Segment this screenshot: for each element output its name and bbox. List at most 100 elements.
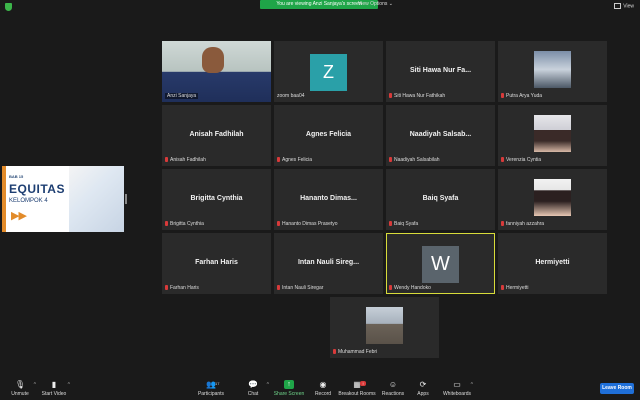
record-label: Record xyxy=(314,391,332,397)
chat-button[interactable]: 💬 ^ Chat xyxy=(233,380,273,397)
shield-icon[interactable] xyxy=(5,3,12,11)
muted-mic-icon xyxy=(389,157,392,162)
avatar: Z xyxy=(310,54,347,91)
participant-label: Siti Hawa Nur Fathikah xyxy=(389,93,445,99)
muted-mic-icon xyxy=(501,221,504,226)
muted-mic-icon xyxy=(165,157,168,162)
video-tile[interactable]: Z zoom baa04 xyxy=(274,41,383,102)
participant-label: Muhammad Febri xyxy=(333,349,377,355)
alert-badge: ! xyxy=(360,381,366,386)
whiteboards-label: Whiteboards xyxy=(442,391,472,397)
slide-subtitle: KELOMPOK 4 xyxy=(9,198,48,204)
participant-label: Agnes Felicia xyxy=(277,157,312,163)
muted-mic-icon xyxy=(277,285,280,290)
participant-photo xyxy=(534,179,571,216)
participant-name: zoom baa04 xyxy=(277,93,305,99)
participant-display-name: Intan Nauli Sireg... xyxy=(297,259,360,266)
view-button[interactable]: View xyxy=(614,3,634,9)
participant-label: Hananto Dimas Prasetyo xyxy=(277,221,338,227)
participant-display-name: Naadiyah Salsab... xyxy=(409,131,472,138)
video-tile[interactable]: fanniyah azzahra xyxy=(498,169,607,230)
participant-label: Hermiyetti xyxy=(501,285,529,291)
participant-name: Anisah Fadhilah xyxy=(170,157,206,163)
leave-room-button[interactable]: Leave Room xyxy=(600,383,634,394)
participant-label: Anisah Fadhilah xyxy=(165,157,206,163)
slide-image xyxy=(69,166,124,232)
caret-icon[interactable]: ^ xyxy=(68,382,70,388)
view-options-button[interactable]: View Options ⌄ xyxy=(358,0,393,9)
video-tile[interactable]: Baiq Syafa Baiq Syafa xyxy=(386,169,495,230)
grid-icon xyxy=(614,3,622,9)
video-tile[interactable]: Intan Nauli Sireg... Intan Nauli Siregar xyxy=(274,233,383,294)
participant-label: Verenzia Cyntia xyxy=(501,157,541,163)
participant-name: fanniyah azzahra xyxy=(506,221,545,227)
shared-screen[interactable]: BAB 15 EQUITAS KELOMPOK 4 ▶▶ xyxy=(2,166,124,232)
participant-label: fanniyah azzahra xyxy=(501,221,544,227)
participant-label: Anzi Sanjaya xyxy=(165,93,199,99)
video-tile[interactable]: Putra Arya Yuda xyxy=(498,41,607,102)
meeting-toolbar: 🎙 ^ Unmute ▮ ^ Start Video 👥 17 Participant… xyxy=(0,378,640,400)
participants-button[interactable]: 👥 17 Participants xyxy=(191,380,231,397)
chevron-down-icon: ⌄ xyxy=(388,1,393,7)
whiteboard-icon: ▭ xyxy=(453,380,461,389)
video-tile[interactable]: Brigitta Cynthia Brigitta Cynthia xyxy=(162,169,271,230)
video-tile[interactable]: Siti Hawa Nur Fa... Siti Hawa Nur Fathik… xyxy=(386,41,495,102)
reactions-icon: ☺ xyxy=(388,380,398,389)
participant-photo xyxy=(534,51,571,88)
caret-icon[interactable]: ^ xyxy=(471,382,473,388)
slide-title: EQUITAS xyxy=(9,182,65,196)
participant-display-name: Hananto Dimas... xyxy=(300,195,357,202)
video-tile-active-speaker[interactable]: W Wendy Handoko xyxy=(386,233,495,294)
participant-name: Intan Nauli Siregar xyxy=(282,285,324,291)
video-tile[interactable]: Agnes Felicia Agnes Felicia xyxy=(274,105,383,166)
muted-mic-icon xyxy=(277,157,280,162)
participant-name: Verenzia Cyntia xyxy=(506,157,542,163)
muted-mic-icon xyxy=(389,285,392,290)
participant-display-name: Brigitta Cynthia xyxy=(190,195,243,202)
record-icon: ◉ xyxy=(319,380,327,389)
muted-mic-icon xyxy=(501,285,504,290)
participant-name: Hananto Dimas Prasetyo xyxy=(282,221,338,227)
participant-label: Brigitta Cynthia xyxy=(165,221,204,227)
video-tile[interactable]: Anzi Sanjaya xyxy=(162,41,271,102)
arrow-icons: ▶▶ xyxy=(11,210,27,222)
reactions-label: Reactions xyxy=(381,391,405,397)
video-tile[interactable]: Verenzia Cyntia xyxy=(498,105,607,166)
share-screen-label: Share Screen xyxy=(273,391,305,397)
video-tile[interactable]: Hananto Dimas... Hananto Dimas Prasetyo xyxy=(274,169,383,230)
muted-mic-icon xyxy=(277,221,280,226)
participant-name: Farhan Haris xyxy=(170,285,199,291)
apps-icon: ⟳ xyxy=(419,380,427,389)
participant-name: Brigitta Cynthia xyxy=(170,221,204,227)
participant-name: Baiq Syafa xyxy=(394,221,419,227)
participant-label: Wendy Handoko xyxy=(389,285,431,291)
participants-label: Participants xyxy=(197,391,225,397)
unmute-label: Unmute xyxy=(11,391,29,397)
video-tile[interactable]: Naadiyah Salsab... Naadiyah Salsabilah xyxy=(386,105,495,166)
start-video-label: Start Video xyxy=(41,391,67,397)
participant-photo xyxy=(366,307,403,344)
participant-photo xyxy=(534,115,571,152)
video-tile[interactable]: Anisah Fadhilah Anisah Fadhilah xyxy=(162,105,271,166)
muted-mic-icon xyxy=(165,221,168,226)
participant-label: Naadiyah Salsabilah xyxy=(389,157,440,163)
view-button-label: View xyxy=(623,3,634,10)
breakout-rooms-label: Breakout Rooms xyxy=(338,391,376,397)
avatar: W xyxy=(422,246,459,283)
start-video-button[interactable]: ▮ ^ Start Video xyxy=(34,380,74,397)
muted-mic-icon xyxy=(389,221,392,226)
video-off-icon: ▮ xyxy=(51,380,57,389)
muted-mic-icon xyxy=(333,349,336,354)
whiteboards-button[interactable]: ▭ ^ Whiteboards xyxy=(437,380,477,397)
breakout-rooms-button[interactable]: ▦! Breakout Rooms xyxy=(337,380,377,397)
video-tile[interactable]: Muhammad Febri xyxy=(330,297,439,358)
participant-label: Intan Nauli Siregar xyxy=(277,285,323,291)
participant-display-name: Siti Hawa Nur Fa... xyxy=(409,67,472,74)
chat-icon: 💬 xyxy=(248,380,258,389)
video-tile[interactable]: Farhan Haris Farhan Haris xyxy=(162,233,271,294)
participant-name: Putra Arya Yuda xyxy=(506,93,543,99)
slide-bab: BAB 15 xyxy=(9,174,24,179)
resize-handle[interactable] xyxy=(125,194,127,204)
participant-display-name: Hermiyetti xyxy=(535,259,570,266)
video-tile[interactable]: Hermiyetti Hermiyetti xyxy=(498,233,607,294)
